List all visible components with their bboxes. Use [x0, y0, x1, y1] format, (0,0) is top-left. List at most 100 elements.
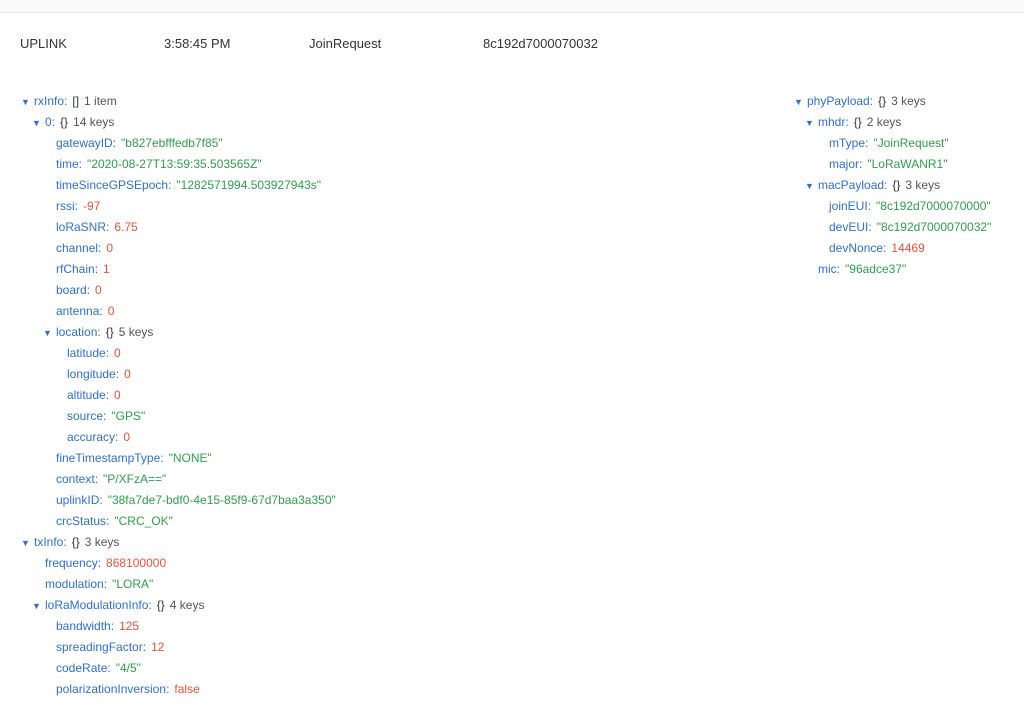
tree-node-macpayload[interactable]: ▼ macPayload: {} 3 keys [805, 175, 940, 196]
tree-key: loRaSNR [56, 220, 107, 234]
tree-node-polarizationinversion: polarizationInversion: false [56, 679, 200, 700]
tree-value: "1282571994.503927943s" [176, 178, 322, 192]
tree-value: 1 [103, 262, 110, 276]
tree-value: 0 [123, 430, 131, 444]
tree-node-rxinfo[interactable]: ▼ rxInfo: [] 1 item [21, 91, 117, 112]
tree-node-phypayload[interactable]: ▼ phyPayload: {} 3 keys [794, 91, 926, 112]
tree-node-txinfo[interactable]: ▼ txInfo: {} 3 keys [21, 532, 119, 553]
tree-colon: : [112, 136, 117, 150]
frame-dev-eui: 8c192d7000070032 [483, 36, 598, 51]
caret-down-icon[interactable]: ▼ [32, 596, 45, 617]
frame-direction: UPLINK [20, 36, 67, 51]
tree-node-accuracy: accuracy: 0 [67, 427, 130, 448]
tree-node-timesincegpsepoch: timeSinceGPSEpoch: "1282571994.503927943s… [56, 175, 321, 196]
tree-key: source [67, 409, 104, 423]
tree-key: uplinkID [56, 493, 100, 507]
tree-value: "2020-08-27T13:59:35.503565Z" [87, 157, 262, 171]
tree-colon: : [869, 94, 874, 108]
tree-key: phyPayload [807, 94, 870, 108]
tree-value: "LORA" [112, 577, 154, 591]
tree-colon: : [168, 178, 172, 192]
tree-node-modulation: modulation: "LORA" [45, 574, 153, 595]
tree-value: "P/XFzA==" [103, 472, 167, 486]
tree-node-latitude: latitude: 0 [67, 343, 121, 364]
tree-key: rssi [56, 199, 75, 213]
tree-key: txInfo [34, 535, 64, 549]
tree-value: 0 [124, 367, 131, 381]
tree-colon: : [105, 388, 110, 402]
object-braces-icon: {} [892, 178, 901, 192]
tree-key: time [56, 157, 79, 171]
tree-node-count: 1 item [84, 94, 117, 108]
tree-node-joineui: joinEUI: "8c192d7000070000" [829, 196, 991, 217]
tree-key: spreadingFactor [56, 640, 143, 654]
tree-node-bandwidth: bandwidth: 125 [56, 616, 139, 637]
tree-value: -97 [83, 199, 101, 213]
tree-node-context: context: "P/XFzA==" [56, 469, 166, 490]
tree-node-time: time: "2020-08-27T13:59:35.503565Z" [56, 154, 262, 175]
tree-node-finetimestamptype: fineTimestampType: "NONE" [56, 448, 212, 469]
tree-key: rxInfo [34, 94, 65, 108]
caret-down-icon[interactable]: ▼ [794, 92, 807, 113]
tree-node-count: 3 keys [891, 94, 926, 108]
caret-down-icon[interactable]: ▼ [43, 323, 56, 344]
tree-key: rfChain [56, 262, 95, 276]
object-braces-icon: {} [60, 115, 69, 129]
tree-value: 125 [119, 619, 140, 633]
tree-colon: : [868, 220, 872, 234]
tree-colon: : [142, 640, 147, 654]
tree-node-count: 5 keys [118, 325, 154, 339]
tree-value: 0 [95, 283, 102, 297]
tree-node-crcstatus: crcStatus: "CRC_OK" [56, 511, 173, 532]
tree-colon: : [883, 241, 887, 255]
tree-key: mhdr [818, 115, 846, 129]
tree-value: "JoinRequest" [873, 136, 949, 150]
frame-type: JoinRequest [309, 36, 382, 51]
tree-colon: : [867, 199, 872, 213]
tree-node-coderate: codeRate: "4/5" [56, 658, 141, 679]
tree-node-loramodulationinfo[interactable]: ▼ loRaModulationInfo: {} 4 keys [32, 595, 204, 616]
caret-down-icon[interactable]: ▼ [21, 92, 34, 113]
tree-value: 0 [107, 304, 115, 318]
caret-down-icon[interactable]: ▼ [805, 113, 818, 134]
tree-colon: : [94, 262, 99, 276]
tree-node-mtype: mType: "JoinRequest" [829, 133, 949, 154]
tree-value: 12 [151, 640, 165, 654]
tree-node-location[interactable]: ▼ location: {} 5 keys [43, 322, 153, 343]
tree-colon: : [148, 598, 152, 612]
tree-node-antenna: antenna: 0 [56, 301, 114, 322]
tree-node-mhdr[interactable]: ▼ mhdr: {} 2 keys [805, 112, 901, 133]
tree-node-source: source: "GPS" [67, 406, 145, 427]
tree-colon: : [859, 157, 863, 171]
tree-colon: : [160, 451, 164, 465]
tree-colon: : [99, 493, 103, 507]
tree-colon: : [99, 304, 103, 318]
frame-time: 3:58:45 PM [164, 36, 231, 51]
object-braces-icon: {} [71, 535, 80, 549]
tree-value: false [174, 682, 200, 696]
caret-down-icon[interactable]: ▼ [32, 113, 45, 134]
tree-colon: : [865, 136, 869, 150]
caret-down-icon[interactable]: ▼ [21, 533, 34, 554]
tree-node-count: 2 keys [866, 115, 902, 129]
tree-value: "8c192d7000070032" [876, 220, 992, 234]
tree-node-longitude: longitude: 0 [67, 364, 131, 385]
tree-node-spreadingfactor: spreadingFactor: 12 [56, 637, 164, 658]
tree-value: "38fa7de7-bdf0-4e15-85f9-67d7baa3a350" [107, 493, 336, 507]
top-border [0, 0, 1024, 13]
frame-header-row[interactable]: UPLINK 3:58:45 PM JoinRequest 8c192d7000… [0, 36, 1024, 54]
caret-down-icon[interactable]: ▼ [805, 176, 818, 197]
tree-value: 6.75 [114, 220, 138, 234]
tree-value: 868100000 [106, 556, 167, 570]
tree-node-devnonce: devNonce: 14469 [829, 238, 925, 259]
tree-node-0[interactable]: ▼ 0: {} 14 keys [32, 112, 114, 133]
object-braces-icon: {} [156, 598, 165, 612]
tree-key: mic [818, 262, 837, 276]
tree-node-uplinkid: uplinkID: "38fa7de7-bdf0-4e15-85f9-67d7ba… [56, 490, 336, 511]
tree-colon: : [106, 220, 110, 234]
tree-value: 14469 [891, 241, 925, 255]
tree-colon: : [166, 682, 170, 696]
tree-value: 0 [106, 241, 114, 255]
tree-colon: : [103, 409, 107, 423]
array-brackets-icon: [] [72, 94, 80, 108]
